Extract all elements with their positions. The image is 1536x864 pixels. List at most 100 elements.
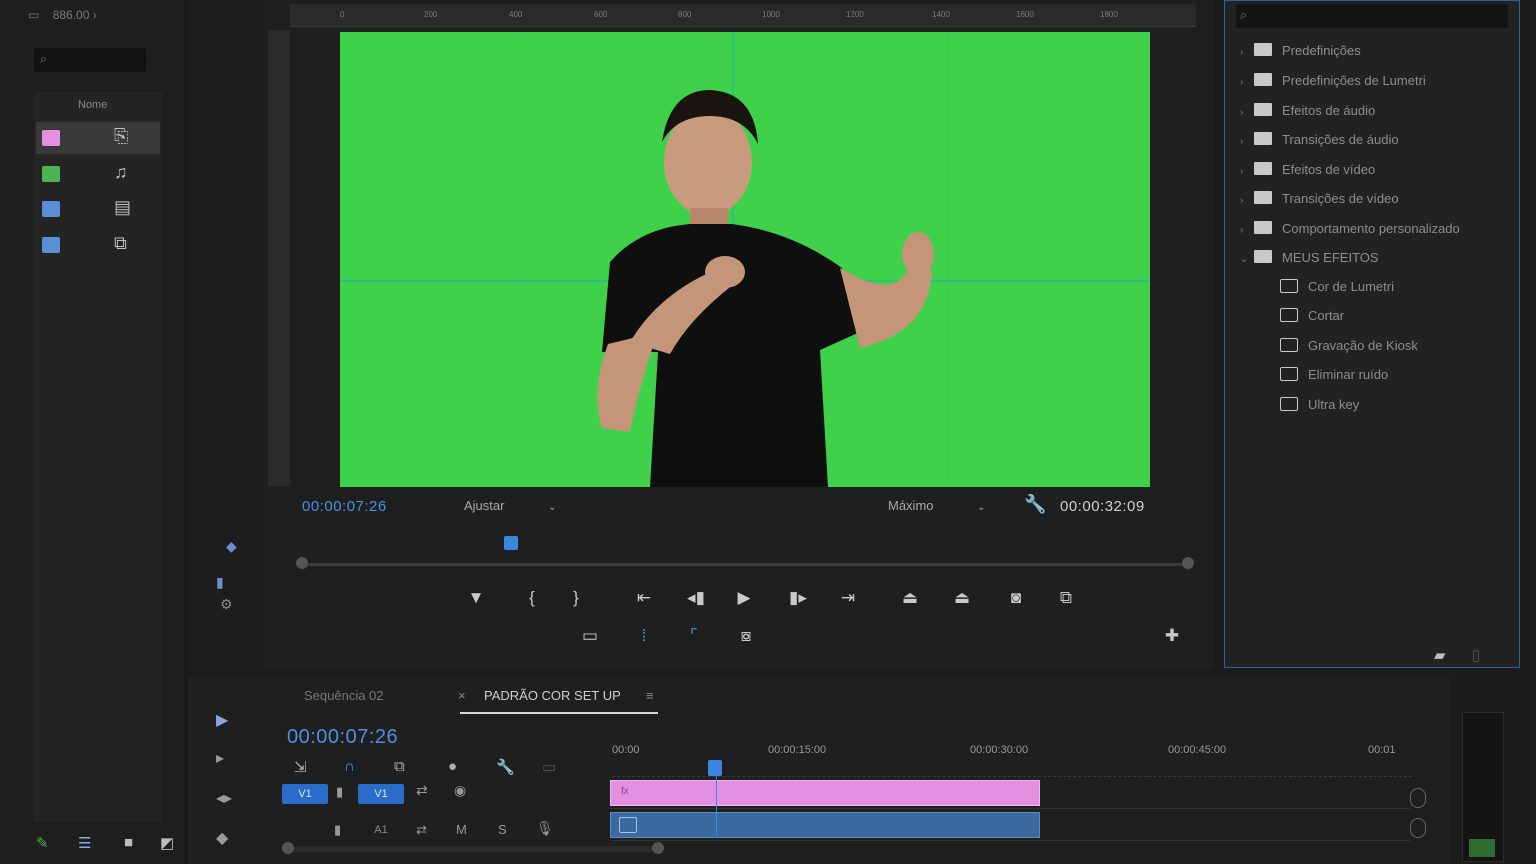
menu-icon[interactable]: ▭ <box>28 8 39 22</box>
microphone-icon[interactable]: 🎙 <box>536 820 554 837</box>
effects-folder-video-effects[interactable]: › Efeitos de vídeo <box>1240 162 1375 186</box>
effect-item-crop[interactable]: Cortar <box>1280 308 1344 332</box>
project-search-input[interactable]: ⌕ <box>34 48 146 72</box>
freeform-view-icon[interactable]: ◩ <box>160 834 174 852</box>
crop-icon[interactable]: ⌜ <box>680 626 708 646</box>
trim-icon[interactable]: ⁞ <box>630 626 658 646</box>
scroll-end-handle[interactable] <box>652 842 664 854</box>
tab-sequence-02[interactable]: Sequência 02 <box>304 688 384 703</box>
monitor-playhead[interactable] <box>504 536 518 550</box>
effects-folder-presets[interactable]: › Predefinições <box>1240 43 1361 67</box>
effects-folder-custom-behavior[interactable]: › Comportamento personalizado <box>1240 221 1460 245</box>
effects-search-input[interactable]: ⌕ <box>1236 4 1508 28</box>
chevron-right-icon[interactable]: › <box>93 8 97 22</box>
scrub-start-handle[interactable] <box>296 557 308 569</box>
vr-icon[interactable]: ⧇ <box>732 626 760 646</box>
bin-row[interactable]: ⧉ <box>36 229 160 261</box>
marker-icon[interactable]: ◆ <box>226 538 237 555</box>
track-lock-icon[interactable]: ▮ <box>334 822 341 838</box>
effects-folder-lumetri-presets[interactable]: › Predefinições de Lumetri <box>1240 73 1426 97</box>
track-height-handle[interactable] <box>1410 818 1426 838</box>
video-clip[interactable]: fx <box>610 780 1040 806</box>
mute-icon[interactable]: M <box>456 822 467 837</box>
effects-folder-video-transitions[interactable]: › Transições de vídeo <box>1240 191 1399 215</box>
scrub-end-handle[interactable] <box>1182 557 1194 569</box>
play-icon[interactable]: ▶ <box>730 588 758 608</box>
audio-clip[interactable] <box>610 812 1040 838</box>
step-back-icon[interactable]: ◂▮ <box>682 588 710 608</box>
track-select-icon[interactable]: ▸ <box>216 748 224 768</box>
effect-item-ultra-key[interactable]: Ultra key <box>1280 397 1359 421</box>
go-to-out-icon[interactable]: ⇥ <box>834 588 862 608</box>
program-current-timecode[interactable]: 00:00:07:26 <box>302 498 387 515</box>
wrench-icon[interactable]: 🔧 <box>1024 494 1046 515</box>
name-column-header[interactable]: Nome <box>78 99 107 111</box>
razor-tool-icon[interactable]: ◆ <box>216 828 228 848</box>
timeline-playhead[interactable] <box>708 760 722 776</box>
go-to-in-icon[interactable]: ⇤ <box>630 588 658 608</box>
effect-item-kiosk[interactable]: Gravação de Kiosk <box>1280 338 1418 362</box>
camera-icon[interactable]: ◙ <box>1002 588 1030 608</box>
effect-item-lumetri-color[interactable]: Cor de Lumetri <box>1280 279 1394 303</box>
folder-label: Transições de vídeo <box>1282 191 1399 206</box>
video-frame[interactable] <box>340 32 1150 487</box>
ruler-tick: 400 <box>509 10 523 19</box>
timeline-settings-icon[interactable]: 🔧 <box>496 758 515 776</box>
in-point-icon[interactable]: ▮ <box>216 574 224 591</box>
folder-icon <box>1254 73 1272 86</box>
fit-dropdown[interactable]: Ajustar ⌄ <box>464 498 556 513</box>
mark-out-icon[interactable]: } <box>562 588 590 608</box>
captions-icon[interactable]: ▭ <box>542 758 556 776</box>
close-icon[interactable]: × <box>458 688 466 703</box>
effects-folder-audio-effects[interactable]: › Efeitos de áudio <box>1240 103 1375 127</box>
list-view-icon[interactable]: ☰ <box>78 834 91 852</box>
effect-item-denoise[interactable]: Eliminar ruído <box>1280 367 1388 391</box>
vertical-ruler[interactable] <box>268 30 290 486</box>
pencil-icon[interactable]: ✎ <box>36 834 49 852</box>
track-target-a1[interactable]: A1 <box>366 820 396 840</box>
effects-folder-my-effects[interactable]: ⌄ MEUS EFEITOS <box>1240 250 1379 274</box>
folder-icon <box>1254 162 1272 175</box>
tab-padrao-cor-set-up[interactable]: PADRÃO COR SET UP <box>484 688 621 703</box>
timeline-current-timecode[interactable]: 00:00:07:26 <box>287 726 398 749</box>
extract-icon[interactable]: ⏏ <box>948 588 976 608</box>
safe-margins-icon[interactable]: ▭ <box>576 626 604 646</box>
comparison-view-icon[interactable]: ⧉ <box>1052 588 1080 608</box>
scroll-start-handle[interactable] <box>282 842 294 854</box>
track-target-v1[interactable]: V1 <box>358 784 404 804</box>
track-height-handle[interactable] <box>1410 788 1426 808</box>
icon-view-icon[interactable]: ■ <box>124 834 133 851</box>
ripple-edit-icon[interactable]: ◂▸ <box>216 788 232 808</box>
linked-selection-icon[interactable]: ⧉ <box>394 758 405 775</box>
trash-icon[interactable]: ▯ <box>1472 646 1480 664</box>
eye-icon[interactable]: ◉ <box>454 782 466 799</box>
sync-lock-icon[interactable]: ⇄ <box>416 822 427 838</box>
timeline-ruler[interactable] <box>612 766 1412 777</box>
sync-lock-icon[interactable]: ⇄ <box>416 782 428 799</box>
lift-icon[interactable]: ⏏ <box>896 588 924 608</box>
effects-folder-audio-transitions[interactable]: › Transições de áudio <box>1240 132 1399 156</box>
step-forward-icon[interactable]: ▮▸ <box>784 588 812 608</box>
monitor-scrub-bar[interactable] <box>302 563 1188 566</box>
snap-icon[interactable]: ∩ <box>344 758 355 775</box>
add-marker-icon[interactable]: ▼ <box>462 588 490 608</box>
gear-icon[interactable]: ⚙ <box>220 596 233 613</box>
solo-icon[interactable]: S <box>498 822 507 837</box>
bin-row[interactable]: ⎘ <box>36 122 160 154</box>
project-panel-title[interactable]: ▭ 886.00 › <box>28 8 97 22</box>
add-button-icon[interactable]: ✚ <box>1158 626 1186 646</box>
menu-icon[interactable]: ≡ <box>646 688 654 703</box>
nest-icon[interactable]: ⇲ <box>294 758 307 776</box>
new-bin-icon[interactable]: ▰ <box>1434 646 1446 664</box>
timeline-horizontal-scrollbar[interactable] <box>286 846 660 852</box>
bin-row[interactable]: ♫ <box>36 158 160 190</box>
add-marker-icon[interactable]: ● <box>448 758 457 775</box>
horizontal-ruler[interactable]: 0 200 400 600 800 1000 1200 1400 1600 18… <box>290 4 1196 27</box>
quality-dropdown[interactable]: Máximo ⌄ <box>888 498 986 513</box>
selection-tool-icon[interactable]: ▶ <box>216 710 228 730</box>
bin-row[interactable]: ▤ <box>36 193 160 225</box>
track-lock-icon[interactable]: ▮ <box>336 784 343 800</box>
source-patch-v1[interactable]: V1 <box>282 784 328 804</box>
folder-icon <box>1254 43 1272 56</box>
mark-in-icon[interactable]: { <box>518 588 546 608</box>
